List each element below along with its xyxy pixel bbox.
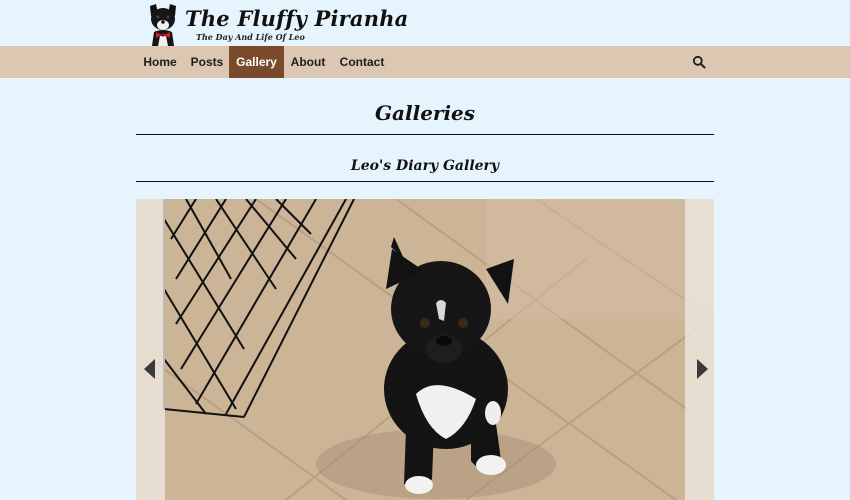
gallery-title[interactable]: Leo's Diary Gallery [136, 158, 714, 174]
slider-right-panel [685, 199, 714, 500]
site-title[interactable]: The Fluffy Piranha [185, 6, 409, 31]
next-arrow-icon[interactable] [696, 359, 708, 379]
nav-home[interactable]: Home [136, 46, 184, 78]
nav-about[interactable]: About [286, 46, 330, 78]
gallery-slider[interactable] [136, 199, 714, 500]
search-icon[interactable] [692, 55, 706, 69]
nav-contact[interactable]: Contact [334, 46, 390, 78]
site-tagline: The Day And Life Of Leo [196, 32, 305, 42]
title-divider [136, 134, 714, 135]
page-title: Galleries [374, 101, 476, 125]
nav-posts[interactable]: Posts [186, 46, 228, 78]
logo-dog-icon[interactable] [146, 2, 180, 46]
main-nav: Home Posts Gallery About Contact [0, 46, 850, 78]
puppy-photo [136, 199, 714, 500]
prev-arrow-icon[interactable] [144, 359, 156, 379]
gallery-divider [136, 181, 714, 182]
site-header: The Fluffy Piranha The Day And Life Of L… [0, 0, 850, 46]
slider-left-panel [136, 199, 165, 500]
nav-gallery[interactable]: Gallery [229, 46, 284, 78]
